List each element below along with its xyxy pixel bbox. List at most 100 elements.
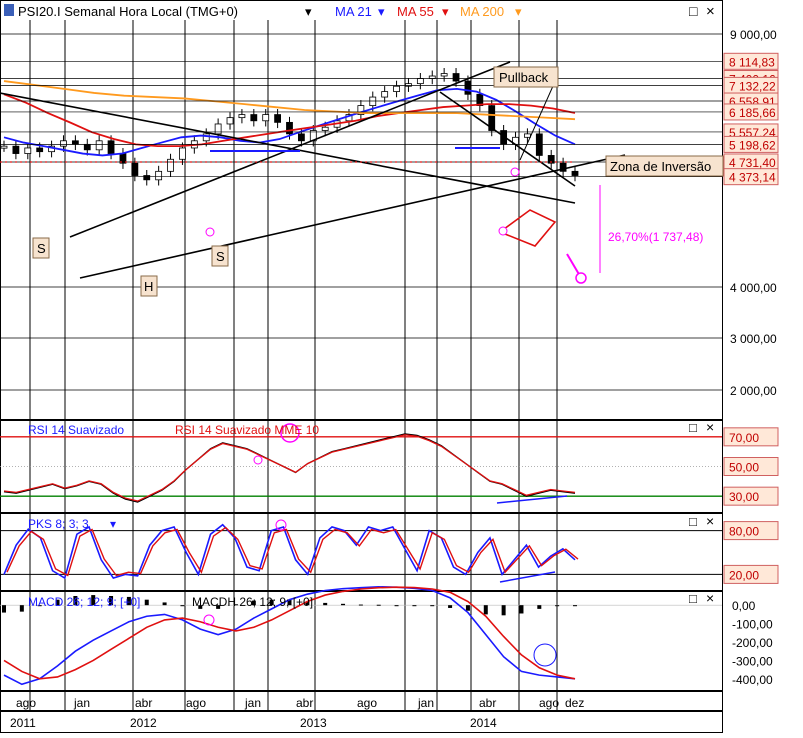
candle-body-11 <box>131 162 139 176</box>
ma55-legend[interactable]: MA 55 <box>397 4 434 19</box>
macd-hist-bar-31 <box>555 605 560 607</box>
rsi-signal-legend[interactable]: RSI 14 Suavizado MME 10 <box>175 423 319 437</box>
candle-body-6 <box>71 140 79 145</box>
year-label-2014: 2014 <box>470 716 497 730</box>
month-label-1: jan <box>73 696 90 710</box>
macd-hist-bar-25 <box>448 605 453 608</box>
macd-hist-bar-29 <box>519 605 524 614</box>
month-label-4: jan <box>244 696 261 710</box>
pks-axis-text-1: 20,00 <box>729 568 759 582</box>
ma200-dropdown-icon[interactable]: ▾ <box>515 4 522 19</box>
year-label-2012: 2012 <box>130 716 157 730</box>
rsi-legend[interactable]: RSI 14 Suavizado <box>28 423 124 437</box>
main-close-icon[interactable]: × <box>706 3 715 20</box>
macd-hist-bar-19 <box>341 603 346 606</box>
level-tag-text-0: 8 114,83 <box>729 55 775 69</box>
marker-circle-1 <box>510 167 520 177</box>
level-tag-text-2: 7 132,22 <box>729 79 776 93</box>
candle-body-44 <box>524 133 531 138</box>
macd-hist-bar-26 <box>465 605 470 611</box>
target-circle <box>575 272 587 284</box>
candle-body-39 <box>464 80 472 95</box>
rsi-restore-icon[interactable]: □ <box>689 420 697 435</box>
candle-body-21 <box>250 114 258 122</box>
month-label-6: ago <box>357 696 377 710</box>
candle-body-22 <box>262 114 270 122</box>
symbol-title[interactable]: PSI20.I Semanal Hora Local (TMG+0) <box>18 4 238 19</box>
month-label-3: ago <box>186 696 206 710</box>
candle-body-25 <box>297 133 305 142</box>
ma21-legend[interactable]: MA 21 <box>335 4 372 19</box>
axis-label-4000: 4 000,00 <box>730 281 777 295</box>
macd-hist-bar-28 <box>501 605 506 616</box>
marker-circle-0 <box>205 227 215 237</box>
axis-label-3000: 3 000,00 <box>730 332 777 346</box>
candle-body-2 <box>24 147 32 154</box>
chart-canvas: PSI20.I Semanal Hora Local (TMG+0) ▾ MA … <box>0 0 803 733</box>
macd-hist-bar-0 <box>2 605 6 613</box>
marker-circle-2 <box>498 226 508 236</box>
month-label-0: ago <box>16 696 36 710</box>
rsi-axis-text-1: 50,00 <box>729 461 759 475</box>
candle-body-23 <box>274 114 282 123</box>
head-label: H <box>144 279 153 294</box>
symbol-dropdown-icon[interactable]: ▾ <box>305 4 312 19</box>
macd-hist-bar-24 <box>430 605 435 607</box>
rsi-axis: 70,00 50,00 30,00 <box>723 427 779 506</box>
pct-move-label: 26,70%(1 737,48) <box>608 230 703 244</box>
candle-body-38 <box>452 73 460 82</box>
macd-hist-bar-18 <box>323 602 328 606</box>
level-tag-text-8: 4 373,14 <box>729 171 776 185</box>
macd-restore-icon[interactable]: □ <box>689 591 697 606</box>
candle-body-13 <box>155 170 163 181</box>
chart-type-icon[interactable] <box>4 4 14 16</box>
pks-close-icon[interactable]: × <box>706 513 714 529</box>
macd-axis-text-2: -200,00 <box>732 636 773 650</box>
candle-body-48 <box>571 170 579 176</box>
pks-dropdown-icon[interactable]: ▾ <box>110 517 116 531</box>
month-label-8: abr <box>479 696 496 710</box>
month-label-7: jan <box>417 696 434 710</box>
pks-restore-icon[interactable]: □ <box>689 514 697 529</box>
candle-body-32 <box>381 91 389 98</box>
macd-hist-bar-1 <box>19 605 24 612</box>
macd-hist-bar-8 <box>144 599 149 606</box>
candle-body-18 <box>214 123 222 135</box>
macdh-legend[interactable]: MACDH 26; 12; 9; [+0] <box>192 595 313 609</box>
level-tag-text-4: 6 185,66 <box>729 106 776 120</box>
ma200-legend[interactable]: MA 200 <box>460 4 504 19</box>
year-label-2013: 2013 <box>300 716 327 730</box>
candle-body-36 <box>428 75 436 79</box>
macd-hist-bar-27 <box>483 605 488 615</box>
candle-body-5 <box>60 140 67 147</box>
candle-body-17 <box>202 133 210 142</box>
rsi-axis-text-2: 30,00 <box>729 490 759 504</box>
ma21-dropdown-icon[interactable]: ▾ <box>378 4 385 19</box>
candle-body-1 <box>12 145 20 154</box>
candle-body-14 <box>167 158 174 172</box>
month-label-10: dez <box>565 696 584 710</box>
candle-body-34 <box>405 83 412 87</box>
axis-label-2000: 2 000,00 <box>730 384 777 398</box>
pullback-label: Pullback <box>499 70 549 85</box>
macd-hist-bar-9 <box>162 602 167 606</box>
candle-body-20 <box>238 114 246 119</box>
level-tag-text-6: 5 198,62 <box>729 138 776 152</box>
candle-body-12 <box>143 175 151 181</box>
pks-axis-text-0: 80,00 <box>729 525 759 539</box>
macd-hist-bar-23 <box>412 605 417 607</box>
rsi-close-icon[interactable]: × <box>706 419 714 435</box>
candle-body-33 <box>393 85 400 92</box>
main-restore-icon[interactable]: □ <box>689 3 698 19</box>
pks-legend[interactable]: PKS 8; 3; 3 <box>28 517 89 531</box>
macd-hist-bar-32 <box>573 605 577 607</box>
macd-legend[interactable]: MACD 26; 12; 9; [+0] <box>28 595 140 609</box>
candle-body-35 <box>416 78 424 85</box>
macd-axis-text-4: -400,00 <box>732 673 773 687</box>
candle-body-0 <box>0 145 8 149</box>
ma55-dropdown-icon[interactable]: ▾ <box>442 4 449 19</box>
macd-axis-text-3: -300,00 <box>732 654 773 668</box>
macd-axis-text-0: 0,00 <box>732 599 756 613</box>
macd-close-icon[interactable]: × <box>706 590 714 606</box>
rsi-axis-text-0: 70,00 <box>729 431 759 445</box>
